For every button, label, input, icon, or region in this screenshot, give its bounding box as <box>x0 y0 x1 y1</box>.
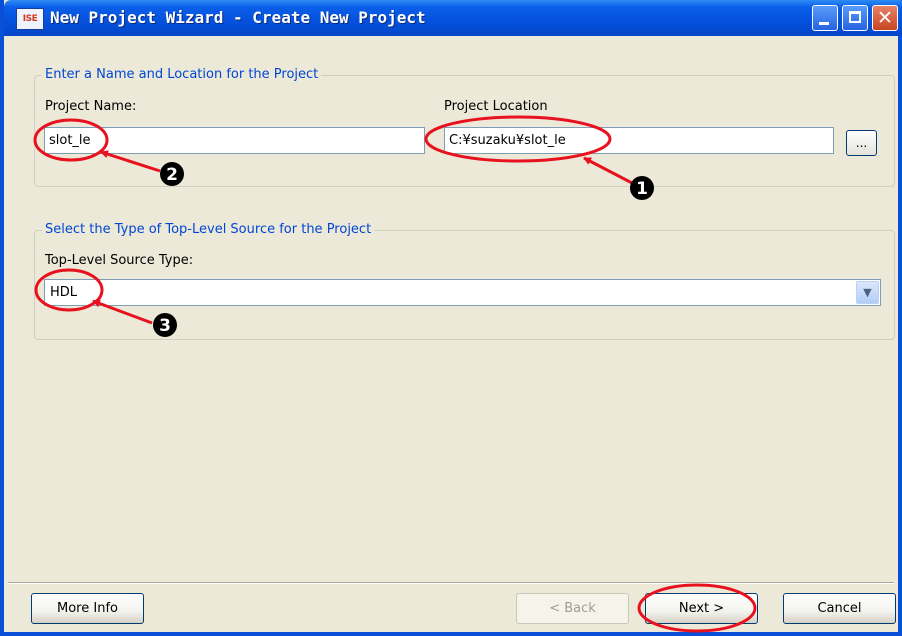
back-button[interactable]: < Back <box>516 593 629 624</box>
more-info-button[interactable]: More Info <box>31 593 144 624</box>
source-type-selected: HDL <box>50 285 78 300</box>
ise-app-icon: ISE <box>16 8 44 30</box>
name-location-legend: Enter a Name and Location for the Projec… <box>42 67 322 82</box>
project-location-input[interactable]: C:¥suzaku¥slot_le <box>444 127 834 154</box>
chevron-down-icon[interactable]: ▼ <box>856 281 879 304</box>
next-button[interactable]: Next > <box>645 593 758 624</box>
maximize-icon <box>849 11 861 23</box>
project-name-input[interactable]: slot_le <box>44 127 425 154</box>
browse-button[interactable]: ... <box>846 130 877 156</box>
close-button[interactable]: ✕ <box>872 5 898 31</box>
source-type-legend: Select the Type of Top-Level Source for … <box>42 222 375 237</box>
source-type-dropdown[interactable]: HDL ▼ <box>44 279 881 306</box>
project-location-label: Project Location <box>444 99 548 114</box>
title-bar[interactable]: ISE New Project Wizard - Create New Proj… <box>4 0 902 36</box>
project-name-label: Project Name: <box>45 99 137 114</box>
minimize-button[interactable] <box>812 5 838 31</box>
window-title: New Project Wizard - Create New Project <box>50 8 426 27</box>
wizard-window: ISE New Project Wizard - Create New Proj… <box>0 0 902 636</box>
maximize-button[interactable] <box>842 5 868 31</box>
cancel-button[interactable]: Cancel <box>783 593 896 624</box>
button-bar-divider <box>8 582 894 584</box>
source-type-label: Top-Level Source Type: <box>45 253 194 268</box>
close-icon: ✕ <box>877 7 893 29</box>
minimize-icon <box>819 22 829 25</box>
